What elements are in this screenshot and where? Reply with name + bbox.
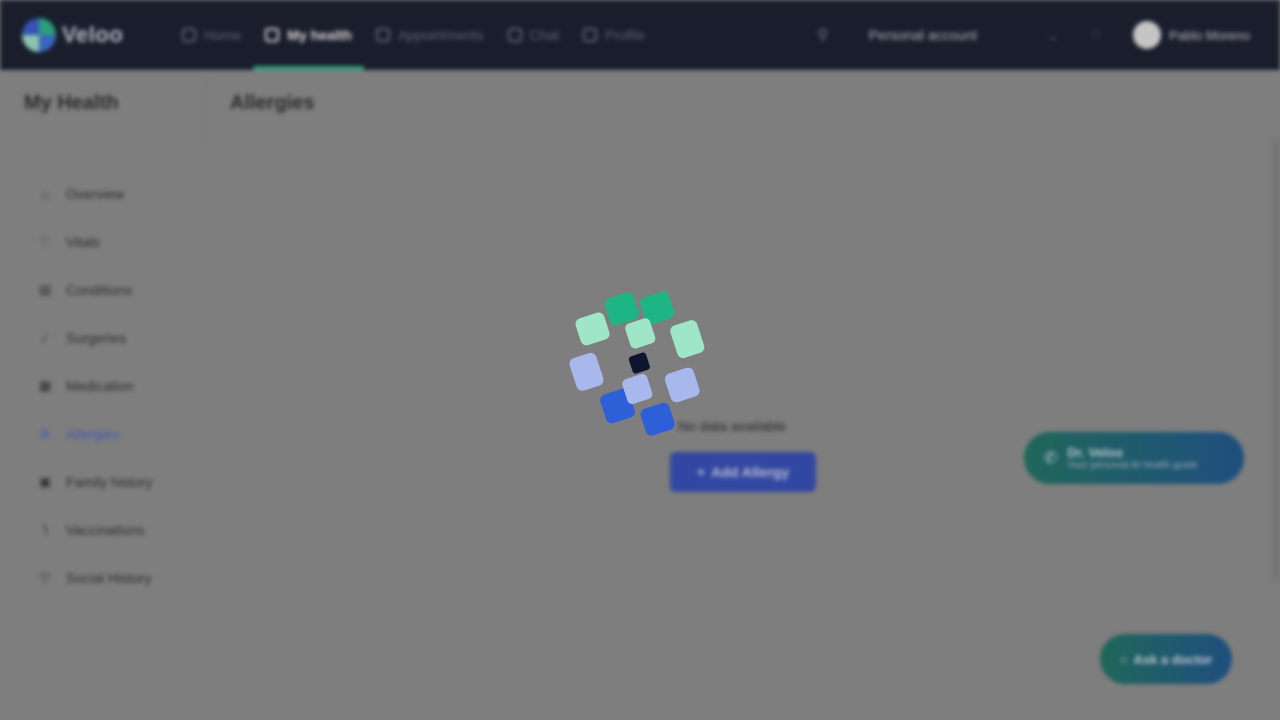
spinner-segment bbox=[604, 292, 639, 326]
spinner-segment bbox=[664, 367, 700, 403]
spinner-segment bbox=[575, 312, 610, 346]
spinner-segment bbox=[640, 402, 675, 436]
spinner-segment bbox=[670, 320, 705, 359]
loading-spinner-icon bbox=[569, 291, 705, 436]
spinner-segment bbox=[569, 352, 604, 391]
spinner-center bbox=[628, 352, 650, 374]
